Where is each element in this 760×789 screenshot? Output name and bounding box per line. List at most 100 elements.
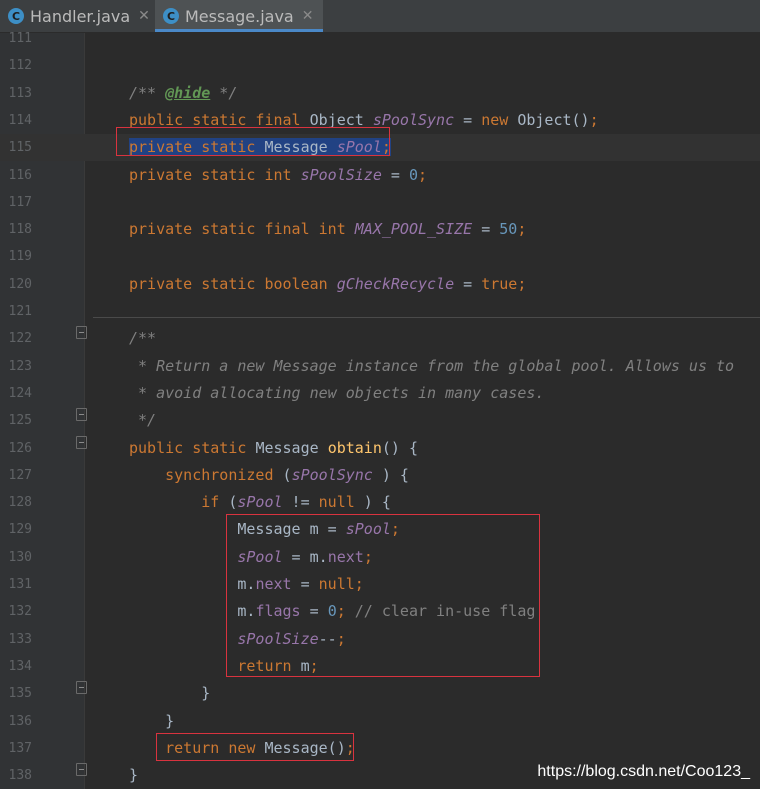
code-line[interactable]: 137 return new Message(); (0, 735, 760, 762)
line-number: 120 (8, 276, 32, 292)
fold-marker-icon[interactable] (76, 408, 87, 421)
code-token: sPoolSync (291, 465, 373, 484)
code-token: 0 (408, 165, 418, 184)
code-token: Object() (517, 110, 590, 129)
code-line[interactable]: 125 */ (0, 407, 760, 434)
code-line[interactable]: 112 (0, 52, 760, 79)
code-token: = (454, 110, 482, 129)
code-text: * Return a new Message instance from the… (129, 353, 734, 380)
tab-label: Message.java (185, 6, 294, 26)
code-text: } (129, 680, 210, 707)
line-number: 127 (8, 467, 32, 483)
line-number: 118 (8, 222, 32, 238)
code-line[interactable]: 113 /** @hide */ (0, 80, 760, 107)
code-token: ; (517, 220, 527, 239)
code-token: obtain (327, 438, 382, 457)
code-token: new (481, 110, 518, 129)
code-text: } (129, 708, 174, 735)
code-line[interactable]: 111 (0, 25, 760, 52)
code-token: != (282, 493, 319, 512)
fold-marker-icon[interactable] (76, 326, 87, 339)
code-token: ; (418, 165, 428, 184)
code-token: ; (589, 110, 599, 129)
code-line[interactable]: 121 (0, 298, 760, 325)
line-number: 123 (8, 358, 32, 374)
code-text: public static Message obtain() { (129, 435, 418, 462)
code-editor[interactable]: 111 112 113/** @hide */114 public static fi… (0, 31, 760, 789)
code-text: * avoid allocating new objects in many c… (129, 380, 544, 407)
code-token: * avoid allocating new objects in many c… (129, 383, 545, 402)
code-text: private static int sPoolSize = 0; (129, 162, 427, 189)
code-token: ) { (372, 465, 409, 484)
code-text: private static boolean gCheckRecycle = t… (129, 271, 526, 298)
code-token: */ (210, 83, 238, 102)
code-token: 50 (499, 220, 518, 239)
code-line[interactable]: 116 private static int sPoolSize = 0; (0, 162, 760, 189)
line-number: 124 (8, 385, 32, 401)
code-text: if (sPool != null ) { (129, 489, 391, 516)
code-token: @hide (165, 83, 211, 102)
line-number: 125 (8, 413, 32, 429)
watermark: https://blog.csdn.net/Coo123_ (537, 763, 750, 780)
highlight-box-spool-field (116, 127, 390, 156)
line-number: 116 (8, 167, 32, 183)
code-token: true; (481, 274, 527, 293)
code-line[interactable]: 120 private static boolean gCheckRecycle … (0, 271, 760, 298)
code-line[interactable]: 126 public static Message obtain() { (0, 435, 760, 462)
code-token: ) { (354, 493, 391, 512)
code-token: = (454, 274, 482, 293)
line-number: 128 (8, 495, 32, 511)
close-icon[interactable]: ✕ (302, 8, 314, 24)
code-token: private static int (129, 165, 301, 184)
highlight-box-pool-reuse (226, 514, 540, 677)
code-text: private static final int MAX_POOL_SIZE =… (129, 216, 526, 243)
code-line[interactable]: 135 } (0, 680, 760, 707)
line-number: 131 (8, 577, 32, 592)
line-number: 137 (8, 740, 32, 756)
line-number: 122 (8, 331, 32, 347)
code-token: synchronized (165, 465, 283, 484)
code-token: = (472, 220, 500, 239)
fold-marker-icon[interactable] (76, 681, 87, 694)
code-line[interactable]: 123 * Return a new Message instance from… (0, 353, 760, 380)
line-number: 126 (8, 440, 32, 456)
code-line[interactable]: 119 (0, 243, 760, 270)
code-token: Message (255, 438, 328, 457)
line-number: 134 (8, 658, 32, 674)
line-number: 115 (8, 140, 32, 156)
code-token: null (318, 493, 355, 512)
line-number: 130 (8, 549, 32, 565)
code-text: */ (129, 407, 156, 434)
code-token: ( (282, 465, 292, 484)
line-number: 113 (8, 85, 32, 101)
code-line[interactable]: 136 } (0, 708, 760, 735)
code-token: * Return a new Message instance from the… (129, 356, 735, 375)
line-number: 117 (8, 194, 32, 210)
code-line[interactable]: 118 private static final int MAX_POOL_SIZ… (0, 216, 760, 243)
code-line[interactable]: 128 if (sPool != null ) { (0, 489, 760, 516)
code-text: /** (129, 325, 156, 352)
close-icon[interactable]: ✕ (138, 8, 150, 24)
code-token: } (129, 766, 139, 785)
java-class-icon: C (8, 8, 24, 24)
line-number: 112 (8, 58, 32, 74)
line-number: 136 (8, 713, 32, 729)
code-token: } (129, 711, 175, 730)
line-number: 119 (8, 249, 32, 265)
code-token: private static boolean (129, 274, 337, 293)
fold-marker-icon[interactable] (76, 763, 87, 776)
code-line[interactable]: 122 /** (0, 325, 760, 352)
code-line[interactable]: 127 synchronized (sPoolSync ) { (0, 462, 760, 489)
line-number: 133 (8, 631, 32, 647)
method-separator (93, 317, 760, 318)
code-line[interactable]: 124 * avoid allocating new objects in ma… (0, 380, 760, 407)
tab-label: Handler.java (30, 6, 131, 26)
line-number: 121 (8, 304, 32, 319)
highlight-box-new-message (156, 733, 354, 761)
code-line[interactable]: 117 (0, 189, 760, 216)
fold-marker-icon[interactable] (76, 436, 87, 449)
